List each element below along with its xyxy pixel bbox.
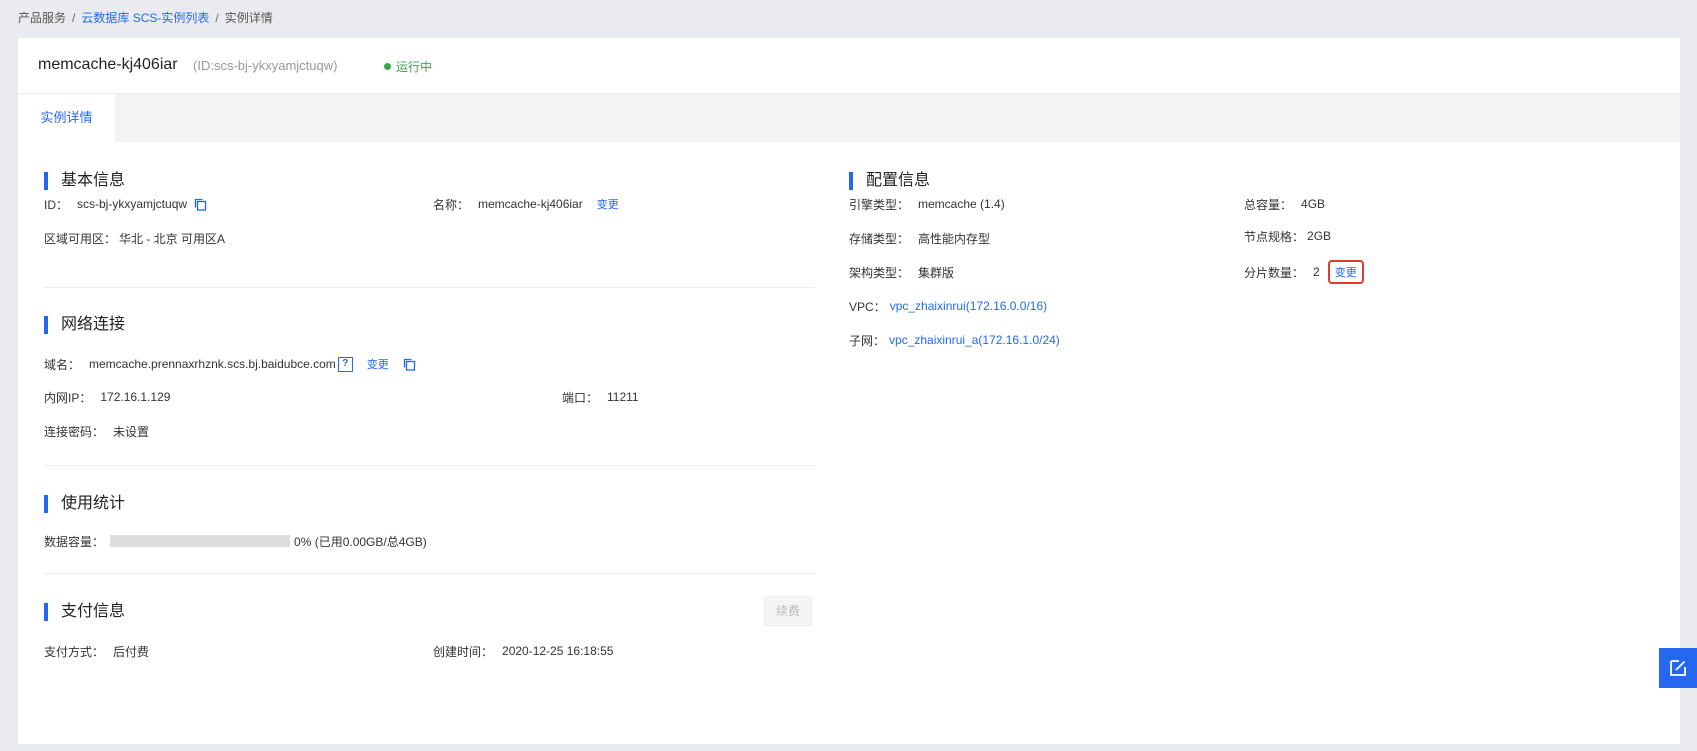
basic-name-row: 名称： memcache-kj406iar 变更 (433, 196, 619, 212)
storage-type-value: 高性能内存型 (918, 231, 991, 246)
breadcrumb-separator: / (72, 11, 76, 25)
section-title-config: 配置信息 (849, 172, 930, 190)
engine-label: 引擎类型： (849, 197, 910, 212)
payment-method-row: 支付方式： 后付费 (44, 643, 149, 659)
payment-method-value: 后付费 (113, 644, 150, 659)
breadcrumb-item-products[interactable]: 产品服务 (18, 11, 66, 25)
payment-method-label: 支付方式： (44, 644, 105, 659)
config-total-row: 总容量： 4GB (1244, 196, 1325, 212)
instance-card: memcache-kj406iar (ID:scs-bj-ykxyamjctuq… (18, 38, 1680, 744)
storage-type-label: 存储类型： (849, 231, 910, 246)
subnet-label: 子网： (849, 333, 886, 348)
instance-id-subtitle: (ID:scs-bj-ykxyamjctuqw) (193, 58, 338, 73)
subnet-link[interactable]: vpc_zhaixinrui_a(172.16.1.0/24) (889, 333, 1060, 347)
domain-label: 域名： (44, 357, 81, 372)
created-time-label: 创建时间： (433, 644, 494, 659)
network-port-row: 端口： 11211 (562, 389, 639, 405)
zone-value: 华北 - 北京 可用区A (119, 231, 226, 246)
breadcrumb: 产品服务 / 云数据库 SCS-实例列表 / 实例详情 (18, 9, 273, 27)
port-label: 端口： (562, 390, 599, 405)
domain-value: memcache.prennaxrhznk.scs.bj.baidubce.co… (89, 357, 336, 371)
name-change-link[interactable]: 变更 (597, 196, 619, 212)
total-capacity-value: 4GB (1301, 197, 1326, 211)
vpc-label: VPC： (849, 299, 886, 314)
config-subnet-row: 子网： vpc_zhaixinrui_a(172.16.1.0/24) (849, 332, 1060, 348)
id-label: ID： (44, 197, 69, 212)
basic-id-row: ID： scs-bj-ykxyamjctuqw (44, 196, 207, 212)
tab-instance-detail[interactable]: 实例详情 (18, 94, 115, 142)
breadcrumb-item-instance-detail: 实例详情 (224, 11, 273, 25)
config-shard-row: 分片数量： 2 变更 (1244, 260, 1364, 284)
password-value: 未设置 (113, 424, 150, 439)
network-domain-row: 域名： memcache.prennaxrhznk.scs.bj.baidubc… (44, 356, 416, 372)
basic-zone-row: 区域可用区： 华北 - 北京 可用区A (44, 230, 225, 246)
breadcrumb-item-instance-list[interactable]: 云数据库 SCS-实例列表 (81, 11, 209, 25)
network-password-row: 连接密码： 未设置 (44, 423, 149, 439)
section-title-payment: 支付信息 (44, 603, 125, 621)
capacity-progress-bar (110, 535, 291, 547)
arch-type-value: 集群版 (918, 265, 955, 280)
ip-label: 内网IP： (44, 390, 92, 405)
renew-button[interactable]: 续费 (764, 596, 812, 626)
total-capacity-label: 总容量： (1244, 197, 1293, 212)
usage-capacity-row: 数据容量： 0% (已用0.00GB/总4GB) (44, 533, 427, 549)
section-title-usage: 使用统计 (44, 495, 125, 513)
node-spec-label: 节点规格： (1244, 229, 1305, 244)
vpc-link[interactable]: vpc_zhaixinrui(172.16.0.0/16) (890, 299, 1047, 313)
divider (44, 573, 815, 574)
edit-icon[interactable] (1659, 648, 1697, 688)
id-value: scs-bj-ykxyamjctuqw (77, 197, 188, 211)
name-value: memcache-kj406iar (478, 197, 583, 211)
ip-value: 172.16.1.129 (100, 390, 171, 404)
shard-count-value: 2 (1313, 265, 1320, 279)
section-title-network: 网络连接 (44, 316, 125, 334)
config-node-row: 节点规格： 2GB (1244, 228, 1331, 244)
domain-change-link[interactable]: 变更 (367, 356, 389, 372)
capacity-text: 0% (已用0.00GB/总4GB) (294, 534, 427, 549)
instance-header: memcache-kj406iar (ID:scs-bj-ykxyamjctuq… (18, 38, 1680, 94)
created-time-value: 2020-12-25 16:18:55 (502, 644, 614, 658)
divider (44, 287, 815, 288)
copy-icon[interactable] (194, 198, 207, 211)
status-dot-icon (384, 63, 391, 70)
section-title-basic: 基本信息 (44, 172, 125, 190)
engine-value: memcache (1.4) (918, 197, 1005, 211)
status-badge: 运行中 (384, 58, 432, 75)
config-arch-row: 架构类型： 集群版 (849, 264, 954, 280)
help-icon[interactable]: ? (337, 356, 353, 372)
tab-bar: 实例详情 (18, 94, 1680, 142)
divider (44, 465, 815, 466)
zone-label: 区域可用区： (44, 231, 117, 246)
port-value: 11211 (607, 390, 639, 404)
node-spec-value: 2GB (1307, 229, 1332, 243)
name-label: 名称： (433, 197, 470, 212)
breadcrumb-separator: / (215, 11, 219, 25)
password-label: 连接密码： (44, 424, 105, 439)
created-time-row: 创建时间： 2020-12-25 16:18:55 (433, 643, 613, 659)
shard-count-label: 分片数量： (1244, 265, 1305, 280)
network-ip-row: 内网IP： 172.16.1.129 (44, 389, 170, 405)
status-text: 运行中 (396, 60, 433, 74)
arch-type-label: 架构类型： (849, 265, 910, 280)
config-engine-row: 引擎类型： memcache (1.4) (849, 196, 1005, 212)
config-storage-row: 存储类型： 高性能内存型 (849, 230, 990, 246)
shard-change-link[interactable]: 变更 (1327, 260, 1364, 284)
copy-icon[interactable] (403, 358, 416, 371)
page-title: memcache-kj406iar (38, 56, 178, 73)
config-vpc-row: VPC： vpc_zhaixinrui(172.16.0.0/16) (849, 298, 1047, 314)
capacity-label: 数据容量： (44, 534, 105, 549)
